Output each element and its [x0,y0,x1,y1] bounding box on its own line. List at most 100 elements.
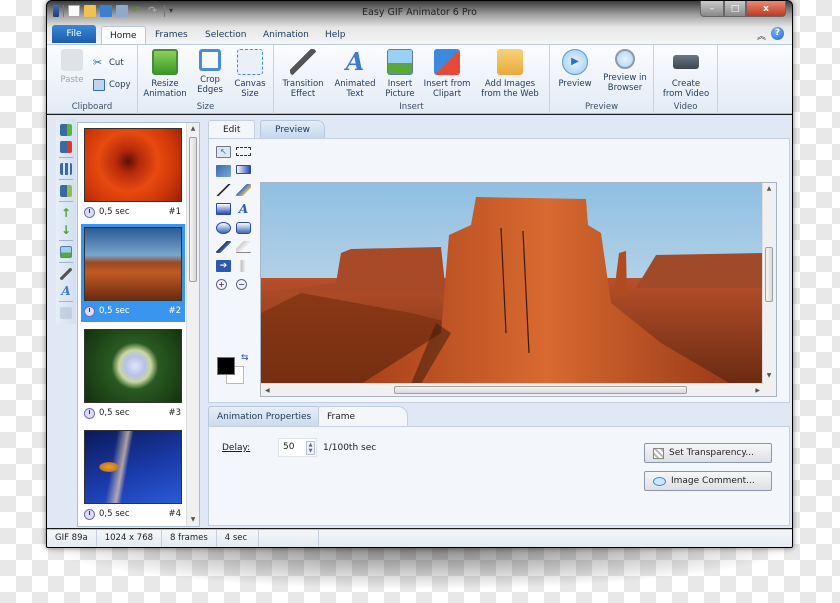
edit-image-icon[interactable] [60,246,72,258]
frame-item[interactable]: 0,5 sec #1 [81,125,185,223]
eyedropper-icon[interactable] [216,241,231,253]
frame-delay: 0,5 sec [99,306,130,316]
insert-blank-frame-icon[interactable] [60,185,72,197]
delay-spinner[interactable]: ▲ ▼ [306,441,315,455]
paste-button[interactable]: Paste [57,49,87,85]
tab-preview[interactable]: Preview [260,120,326,138]
canvas-label: Canvas Size [234,79,266,99]
transparency-icon [653,447,664,459]
duplicate-frame-icon[interactable] [60,163,72,175]
scroll-up-arrow-icon[interactable]: ▲ [763,183,775,195]
tab-frames[interactable]: Frames [147,26,196,44]
scroll-down-arrow-icon[interactable]: ▼ [763,370,775,382]
tab-frame-properties[interactable]: Frame Properties [318,406,408,442]
close-button[interactable]: x [746,1,786,17]
tab-selection[interactable]: Selection [197,26,254,44]
cut-button[interactable]: ✂ Cut [93,57,124,69]
minimize-button[interactable]: – [700,1,724,17]
move-up-icon[interactable]: ↑ [60,207,72,219]
scroll-up-arrow-icon[interactable]: ▲ [187,123,199,135]
separator [59,240,73,241]
ribbon: Paste ✂ Cut Copy Clipboard Resize Animat… [47,44,792,114]
canvas-size-icon [237,49,263,75]
crop-edges-button[interactable]: Crop Edges [191,49,229,95]
copy-button[interactable]: Copy [93,79,131,91]
ellipse-icon[interactable] [216,222,231,234]
line-icon[interactable] [216,184,231,196]
clipboard-group-label: Clipboard [71,102,113,112]
preview-browser-button[interactable]: Preview in Browser [600,49,650,93]
clipart-icon [434,49,460,75]
insert-clipart-button[interactable]: Insert from Clipart [422,49,472,99]
eraser-icon[interactable] [236,241,251,253]
move-image-icon[interactable]: ➔ [216,260,231,272]
tab-animation[interactable]: Animation [255,26,317,44]
paste-icon [61,49,83,71]
delay-input[interactable]: 50 ▲ ▼ [278,438,317,457]
rectangle-icon[interactable] [216,203,231,215]
maximize-icon: □ [730,3,740,14]
create-from-video-button[interactable]: Create from Video [658,49,714,99]
text-tool-icon[interactable]: A [236,203,251,215]
insert-picture-button[interactable]: Insert Picture [380,49,420,99]
zoom-in-icon[interactable]: + [216,279,227,290]
frame-meta: 0,5 sec #3 [84,406,181,420]
drawing-tools: ↖ A ➔ + − [216,146,256,290]
resize-icon [152,49,178,75]
effect-wand-icon[interactable] [60,268,72,280]
folder-globe-icon [497,49,523,75]
canvas-horizontal-scrollbar[interactable]: ◀ ▶ [261,383,764,396]
frame-item[interactable]: 0,5 sec #3 [81,326,185,424]
set-transparency-button[interactable]: Set Transparency... [644,443,772,463]
image-comment-button[interactable]: Image Comment... [644,471,772,491]
collapse-ribbon-icon[interactable]: ︽ [757,29,766,42]
text-icon[interactable]: A [60,285,72,297]
animated-text-button[interactable]: A Animated Text [332,49,378,100]
preview-button[interactable]: ▶ Preview [556,49,594,89]
clock-icon [84,508,95,520]
delete-frame-icon[interactable] [60,141,72,153]
tab-edit[interactable]: Edit [208,120,256,138]
scrollbar-thumb[interactable] [765,247,773,302]
file-tab[interactable]: File [52,25,96,43]
resize-animation-button[interactable]: Resize Animation [140,49,190,99]
help-icon[interactable]: ? [771,27,784,40]
rounded-rect-icon[interactable] [236,222,251,234]
scrollbar-thumb[interactable] [394,386,687,394]
fill-bucket-icon[interactable] [216,165,231,177]
scroll-left-arrow-icon[interactable]: ◀ [265,384,270,396]
video-group: Create from Video Video [654,45,718,114]
separator [59,179,73,180]
frames-scrollbar[interactable]: ▲ ▼ [186,123,199,526]
status-filler [319,530,792,547]
frames-stack-icon[interactable] [60,307,72,319]
image-canvas[interactable]: ▲ ▼ ◀ ▶ [260,182,777,397]
tab-home[interactable]: Home [101,26,146,44]
rect-select-icon[interactable] [236,147,251,156]
gradient-icon[interactable] [236,165,251,174]
tab-help[interactable]: Help [317,26,354,44]
spray-icon[interactable] [236,260,251,272]
scroll-down-arrow-icon[interactable]: ▼ [187,514,199,526]
brush-icon[interactable] [236,184,251,196]
foreground-color-swatch[interactable] [217,357,235,375]
frames-list[interactable]: 0,5 sec #1 0,5 sec #2 0,5 sec #3 0,5 sec… [77,122,200,527]
scrollbar-thumb[interactable] [189,137,197,282]
frame-properties-body: Delay: 50 ▲ ▼ 1/100th sec Set Transparenc… [208,426,790,526]
tab-animation-properties[interactable]: Animation Properties [208,406,321,426]
transition-effect-button[interactable]: Transition Effect [278,49,328,99]
add-frame-icon[interactable] [60,124,72,136]
swap-colors-icon[interactable]: ⇆ [241,353,249,363]
minimize-icon: – [709,3,715,14]
pointer-icon[interactable]: ↖ [216,146,231,158]
canvas-size-button[interactable]: Canvas Size [231,49,269,99]
canvas-vertical-scrollbar[interactable]: ▲ ▼ [762,183,776,396]
scroll-right-arrow-icon[interactable]: ▶ [755,384,760,396]
add-images-web-button[interactable]: Add Images from the Web [478,49,542,99]
move-down-icon[interactable]: ↓ [60,224,72,236]
maximize-button[interactable]: □ [724,1,746,17]
frame-item-selected[interactable]: 0,5 sec #2 [81,224,185,322]
frame-item[interactable]: 0,5 sec #4 [81,427,185,525]
zoom-out-icon[interactable]: − [236,279,247,290]
frame-image[interactable] [261,183,764,384]
